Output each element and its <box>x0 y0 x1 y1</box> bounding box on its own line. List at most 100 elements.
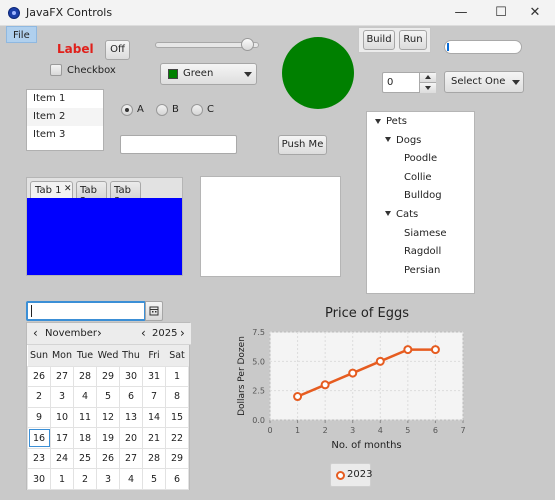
calendar-day[interactable]: 30 <box>27 468 51 491</box>
minimize-button[interactable]: — <box>441 2 481 24</box>
calendar-day[interactable]: 3 <box>50 386 74 408</box>
tree-item-collie[interactable]: Collie <box>367 169 474 188</box>
radio-a[interactable] <box>121 104 133 116</box>
list-view[interactable]: Item 1 Item 2 Item 3 <box>26 89 104 151</box>
calendar-day[interactable]: 1 <box>50 468 74 491</box>
tree-item-cats[interactable]: Cats <box>367 206 474 225</box>
app-icon <box>8 7 20 19</box>
line-chart: 0 1 2 3 4 5 6 7 0.0 2.5 5.0 7.5 No. of months Dollars… <box>237 328 466 451</box>
checkbox[interactable] <box>50 64 62 76</box>
tree-item-ragdoll[interactable]: Ragdoll <box>367 243 474 262</box>
tree-item-poodle[interactable]: Poodle <box>367 150 474 169</box>
x-tick-label: 2 <box>323 426 328 435</box>
calendar-day[interactable]: 30 <box>119 365 143 388</box>
calendar-day[interactable]: 11 <box>73 406 97 429</box>
calendar-button[interactable] <box>145 301 163 321</box>
calendar-day[interactable]: 1 <box>165 365 189 388</box>
spinner-value: 0 <box>387 77 394 88</box>
tab-3[interactable]: Tab 3 <box>110 181 141 207</box>
calendar-day[interactable]: 4 <box>119 468 143 491</box>
text-field[interactable] <box>120 135 237 154</box>
expand-icon[interactable] <box>375 118 381 124</box>
spinner-down-button[interactable] <box>419 83 436 93</box>
toggle-button[interactable]: Off <box>105 40 130 60</box>
tree-item-siamese[interactable]: Siamese <box>367 225 474 244</box>
x-tick-label: 4 <box>378 426 383 435</box>
calendar-day[interactable]: 13 <box>119 406 143 429</box>
calendar-day[interactable]: 3 <box>96 468 120 491</box>
radio-c[interactable] <box>191 104 203 116</box>
calendar-day[interactable]: 22 <box>165 427 189 449</box>
calendar-day[interactable]: 6 <box>119 386 143 408</box>
tree-rows: Pets Dogs Poodle Collie Bulldog Cats Sia… <box>367 112 474 280</box>
calendar-day[interactable]: 29 <box>96 365 120 388</box>
calendar-day[interactable]: 17 <box>50 427 74 449</box>
radio-dot <box>125 108 129 112</box>
list-item[interactable]: Item 1 <box>27 90 103 108</box>
expand-icon[interactable] <box>385 211 391 217</box>
calendar-day[interactable]: 18 <box>73 427 97 449</box>
chevron-down-icon <box>425 86 431 90</box>
calendar-day[interactable]: 26 <box>96 447 120 470</box>
tree-view[interactable]: Pets Dogs Poodle Collie Bulldog Cats Sia… <box>366 111 475 294</box>
calendar-day[interactable]: 20 <box>119 427 143 449</box>
list-item[interactable]: Item 2 <box>27 108 103 126</box>
calendar-day[interactable]: 26 <box>27 365 51 388</box>
calendar-day[interactable]: 15 <box>165 406 189 429</box>
close-icon[interactable]: ✕ <box>64 184 72 194</box>
number-spinner[interactable]: 0 <box>382 72 436 93</box>
prev-year-button[interactable]: ‹ <box>141 326 146 340</box>
calendar-day[interactable]: 14 <box>142 406 166 429</box>
tree-item-pets[interactable]: Pets <box>367 113 474 132</box>
calendar-day[interactable]: 12 <box>96 406 120 429</box>
radio-b[interactable] <box>156 104 168 116</box>
tab-1-label: Tab 1 <box>35 185 62 196</box>
calendar-day[interactable]: 2 <box>27 386 51 408</box>
calendar-day[interactable]: 19 <box>96 427 120 449</box>
run-button[interactable]: Run <box>399 30 427 50</box>
calendar-day[interactable]: 21 <box>142 427 166 449</box>
calendar-day[interactable]: 2 <box>73 468 97 491</box>
tree-item-persian[interactable]: Persian <box>367 262 474 281</box>
calendar-day[interactable]: 27 <box>119 447 143 470</box>
calendar-day[interactable]: 5 <box>96 386 120 408</box>
build-button[interactable]: Build <box>363 30 395 50</box>
tree-item-dogs[interactable]: Dogs <box>367 132 474 151</box>
calendar-day[interactable]: 5 <box>142 468 166 491</box>
prev-month-button[interactable]: ‹ <box>33 326 38 340</box>
next-year-button[interactable]: › <box>180 326 185 340</box>
color-combo[interactable]: Green <box>160 63 257 85</box>
tab-1[interactable]: Tab 1 ✕ <box>30 181 73 198</box>
calendar-day[interactable]: 29 <box>165 447 189 470</box>
calendar-day[interactable]: 28 <box>73 365 97 388</box>
calendar-day[interactable]: 27 <box>50 365 74 388</box>
calendar-day[interactable]: 10 <box>50 406 74 429</box>
calendar-day[interactable]: 8 <box>165 386 189 408</box>
menu-file[interactable]: File <box>6 26 37 43</box>
push-me-button[interactable]: Push Me <box>278 135 327 155</box>
calendar-day[interactable]: 7 <box>142 386 166 408</box>
next-month-button[interactable]: › <box>97 326 102 340</box>
calendar-day[interactable]: 28 <box>142 447 166 470</box>
data-point <box>293 392 303 402</box>
green-circle <box>282 37 354 109</box>
calendar-day[interactable]: 9 <box>27 406 51 429</box>
list-item[interactable]: Item 3 <box>27 126 103 144</box>
tab-2[interactable]: Tab 2 <box>76 181 107 207</box>
calendar-day[interactable]: 23 <box>27 447 51 470</box>
calendar-day[interactable]: 4 <box>73 386 97 408</box>
calendar-day[interactable]: 25 <box>73 447 97 470</box>
date-input[interactable] <box>26 301 146 321</box>
calendar-day[interactable]: 31 <box>142 365 166 388</box>
expand-icon[interactable] <box>385 137 391 143</box>
calendar-day[interactable]: 6 <box>165 468 189 491</box>
y-tick-label: 7.5 <box>252 328 265 337</box>
choice-box[interactable]: Select One <box>444 71 524 93</box>
tree-item-bulldog[interactable]: Bulldog <box>367 187 474 206</box>
toolbar: Build Run <box>358 27 431 53</box>
slider-thumb[interactable] <box>241 38 255 51</box>
spinner-up-button[interactable] <box>419 73 436 83</box>
calendar-day[interactable]: 24 <box>50 447 74 470</box>
close-button[interactable]: ✕ <box>515 2 555 24</box>
calendar-day[interactable]: 16 <box>27 427 51 449</box>
